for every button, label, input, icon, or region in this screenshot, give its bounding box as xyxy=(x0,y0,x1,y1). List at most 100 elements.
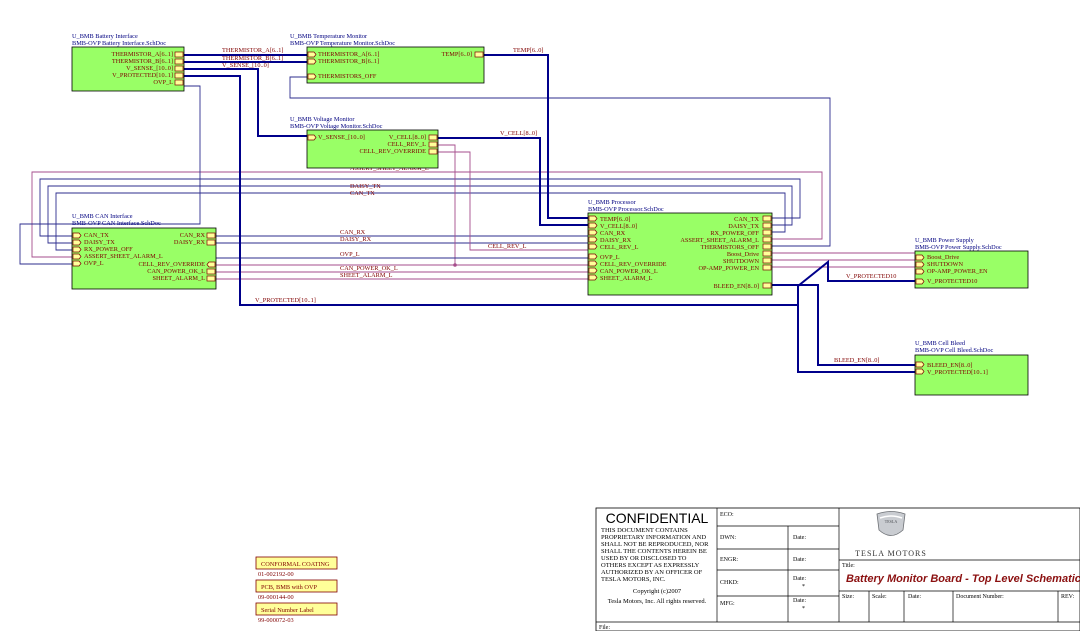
net-label-v-protected: V_PROTECTED[10..1] xyxy=(255,297,316,304)
pin-label: BLEED_EN[8..0] xyxy=(927,362,972,369)
drawing-title: Battery Monitor Board - Top Level Schema… xyxy=(846,573,1080,585)
pin-label: THERMISTORS_OFF xyxy=(701,244,760,251)
pin-label: THERMISTOR_B[6..1] xyxy=(318,58,379,65)
confidential-heading: CONFIDENTIAL xyxy=(606,510,709,526)
pin-label: CELL_REV_OVERRIDE xyxy=(139,261,206,268)
pin-label: THERMISTORS_OFF xyxy=(318,73,377,80)
pin-label: V_PROTECTED[10..1] xyxy=(112,72,173,79)
block-designator: U_BMB Processor xyxy=(588,199,637,206)
net-label-daisy-rx: DAISY_RX xyxy=(340,236,372,243)
pin-label: SHEET_ALARM_L xyxy=(600,275,653,282)
net-label-v-cell: V_CELL[8..0] xyxy=(500,130,537,137)
net-label-can-power-ok: CAN_POWER_OK_L xyxy=(340,265,398,272)
pin-label: THERMISTOR_B[6..1] xyxy=(112,58,173,65)
port-marks xyxy=(915,254,925,285)
brand-name: TESLA MOTORS xyxy=(855,549,927,558)
notice-line: OTHERS EXCEPT AS EXPRESSLY xyxy=(601,562,700,569)
pin-label: ASSERT_SHEET_ALARM_L xyxy=(84,253,163,260)
notice-line: SHALL NOT BE REPRODUCED, NOR xyxy=(601,541,709,548)
block-filename: BMB-OVP Temperature Monitor.SchDoc xyxy=(290,40,395,47)
net-label-cell-rev: CELL_REV_L xyxy=(488,243,527,250)
net-labels: THERMISTOR_A[6..1] THERMISTOR_B[6..1] V_… xyxy=(222,47,896,364)
port-marks xyxy=(174,51,184,86)
pin-label: THERMISTOR_A[6..1] xyxy=(112,51,173,58)
block-designator: U_BMB Temperature Monitor xyxy=(290,33,368,40)
net-label-thermistor-a: THERMISTOR_A[6..1] xyxy=(222,47,283,54)
block-designator: U_BMB Cell Bleed xyxy=(915,340,966,347)
block-filename: BMB-OVP Cell Bleed.SchDoc xyxy=(915,347,994,354)
pin-label: TEMP[6..0] xyxy=(442,51,472,58)
size-label: Size: xyxy=(842,594,854,600)
pin-label: V_CELL[8..0] xyxy=(600,223,637,230)
tesla-logo: TESLA xyxy=(876,511,906,536)
notice-line: AUTHORIZED BY AN OFFICER OF xyxy=(601,569,703,576)
revision-label: REV: xyxy=(1061,594,1075,600)
pin-label: V_PROTECTED[10..1] xyxy=(927,369,988,376)
note-part-number: 09-000144-00 xyxy=(258,594,294,601)
drawn-label: DWN: xyxy=(720,535,736,541)
pin-label: CAN_POWER_OK_L xyxy=(600,268,658,275)
sheet-symbol-power-supply[interactable]: U_BMB Power Supply BMB-OVP Power Supply.… xyxy=(914,237,1029,289)
pin-label: SHUTDOWN xyxy=(927,261,963,268)
pin-label: TEMP[6..0] xyxy=(600,216,630,223)
net-label-v-sense: V_SENSE_[10..0] xyxy=(222,62,269,69)
net-label-v-protected10: V_PROTECTED10 xyxy=(846,273,896,280)
pin-label: V_PROTECTED10 xyxy=(927,278,977,285)
pin-label: CAN_POWER_OK_L xyxy=(147,268,205,275)
pin-label: Boost_Drive xyxy=(727,251,759,258)
net-label-ovp: OVP_L xyxy=(340,251,360,258)
notice-line: SHALL THE CONTENTS HEREIN BE xyxy=(601,548,707,555)
note-label: Serial Number Label xyxy=(261,607,314,614)
date-label: Date: xyxy=(793,557,806,563)
note-label: PCB, BMB with OVP xyxy=(261,584,317,591)
block-filename: BMB-OVP Processor.SchDoc xyxy=(588,206,664,213)
note-part-number: 99-000072-03 xyxy=(258,617,294,624)
manufacturing-label: MFG: xyxy=(720,601,735,607)
date-label: Date: xyxy=(793,535,806,541)
pin-label: THERMISTOR_A[6..1] xyxy=(318,51,379,58)
pin-label: RX_POWER_OFF xyxy=(84,246,133,253)
net-label-can-tx: CAN_TX xyxy=(350,190,375,197)
pin-label: V_CELL[8..0] xyxy=(389,134,426,141)
assembly-notes: CONFORMAL COATING 01-002192-00 PCB, BMB … xyxy=(255,556,338,624)
date-label: Date: xyxy=(793,598,806,604)
notice-line: TESLA MOTORS, INC. xyxy=(601,576,666,583)
net-label-temp: TEMP[6..0] xyxy=(513,47,543,54)
sheet-symbol-battery-interface[interactable]: U_BMB Battery Interface BMB-OVP Battery … xyxy=(71,33,185,92)
net-label-bleed-en: BLEED_EN[8..0] xyxy=(834,357,879,364)
block-designator: U_BMB Power Supply xyxy=(915,237,975,244)
pin-label: Boost_Drive xyxy=(927,254,959,261)
pin-label: ASSERT_SHEET_ALARM_L xyxy=(680,237,759,244)
engineer-label: ENGR: xyxy=(720,557,738,563)
pin-label: CAN_TX xyxy=(84,232,109,239)
block-designator: U_BMB CAN Interface xyxy=(72,213,133,220)
sheet-symbol-processor[interactable]: U_BMB Processor BMB-OVP Processor.SchDoc… xyxy=(587,199,773,296)
sheet-symbol-voltage-monitor[interactable]: U_BMB Voltage Monitor BMB-OVP Voltage Mo… xyxy=(290,116,439,169)
net-label-daisy-tx: DAISY_TX xyxy=(350,183,381,190)
eco-label: ECO: xyxy=(720,512,734,518)
pin-label: V_SENSE_[10..0] xyxy=(318,134,365,141)
pin-label: SHUTDOWN xyxy=(723,258,759,265)
pin-label: OVP_L xyxy=(84,260,104,267)
pin-label: OVP_L xyxy=(600,254,620,261)
block-filename: BMB-OVP Power Supply.SchDoc xyxy=(915,244,1002,251)
block-designator: U_BMB Voltage Monitor xyxy=(290,116,355,123)
pin-label: CELL_REV_OVERRIDE xyxy=(360,148,427,155)
block-filename: BMB-OVP Voltage Monitor.SchDoc xyxy=(290,123,383,130)
note-label: CONFORMAL COATING xyxy=(261,561,330,568)
pin-label: BLEED_EN[8..0] xyxy=(714,283,759,290)
notice-line: PROPRIETARY INFORMATION AND xyxy=(601,534,706,541)
pin-label: CELL_REV_L xyxy=(388,141,427,148)
sheet-symbol-temperature-monitor[interactable]: U_BMB Temperature Monitor BMB-OVP Temper… xyxy=(290,33,485,84)
rights-statement: Tesla Motors, Inc. All rights reserved. xyxy=(608,598,707,605)
block-filename: BMB-OVP Battery Interface.SchDoc xyxy=(72,40,166,47)
pin-label: CELL_REV_OVERRIDE xyxy=(600,261,667,268)
pin-label: OP-AMP_POWER_EN xyxy=(698,265,759,272)
file-label: File: xyxy=(599,625,610,631)
net-label-sheet-alarm: SHEET_ALARM_L xyxy=(340,272,393,279)
date-value: * xyxy=(802,584,805,590)
pin-label: OP-AMP_POWER_EN xyxy=(927,268,988,275)
sheet-symbol-cell-bleed[interactable]: U_BMB Cell Bleed BMB-OVP Cell Bleed.SchD… xyxy=(914,340,1029,396)
notice-line: USED BY OR DISCLOSED TO xyxy=(601,555,687,562)
schematic-canvas: THERMISTOR_A[6..1] THERMISTOR_B[6..1] V_… xyxy=(19,33,1080,632)
